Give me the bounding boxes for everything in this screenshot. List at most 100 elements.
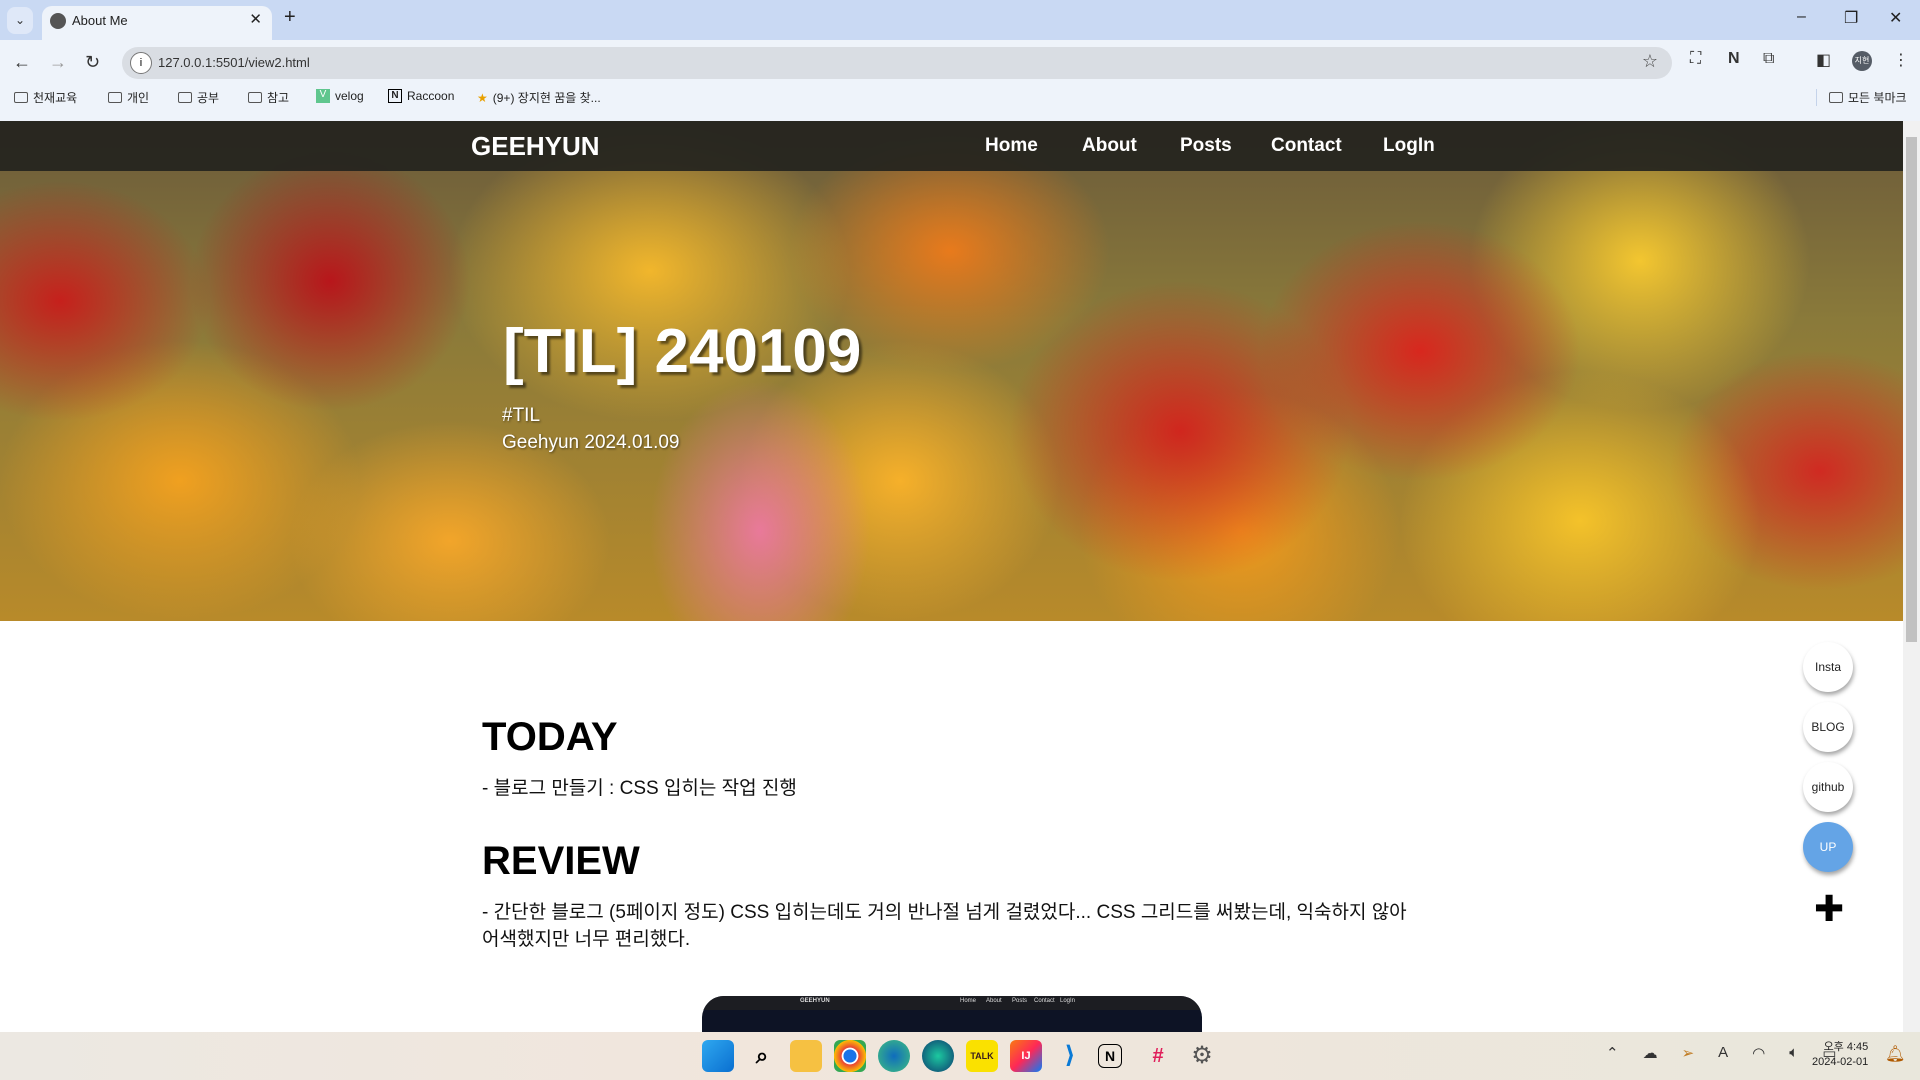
nav-posts[interactable]: Posts <box>1180 135 1232 157</box>
folder-icon <box>178 92 192 103</box>
site-navbar: GEEHYUN Home About Posts Contact LogIn <box>0 121 1903 171</box>
back-button[interactable]: ← <box>13 52 31 73</box>
nav-home[interactable]: Home <box>985 135 1038 157</box>
chevron-up-icon[interactable]: ⌃ <box>1606 1044 1619 1062</box>
url-text[interactable]: 127.0.0.1:5501/view2.html <box>158 55 310 70</box>
chrome-icon[interactable] <box>834 1040 866 1072</box>
web-page: [TIL] 240109 #TIL Geehyun 2024.01.09 GEE… <box>0 121 1903 1032</box>
extensions-icon[interactable]: ⧉ <box>1763 50 1774 68</box>
tab-strip: ⌄ About Me ✕ + – ❐ ✕ <box>0 0 1920 42</box>
file-explorer-icon[interactable] <box>790 1040 822 1072</box>
bookmark-item[interactable]: 개인 <box>108 89 149 106</box>
start-icon[interactable] <box>702 1040 734 1072</box>
folder-icon <box>14 92 28 103</box>
folder-icon <box>108 92 122 103</box>
restore-button[interactable]: ❐ <box>1844 8 1858 28</box>
bookmark-label: Raccoon <box>407 89 455 103</box>
scroll-up-button[interactable]: UP <box>1803 822 1853 872</box>
slack-icon[interactable]: # <box>1142 1040 1174 1072</box>
intellij-icon[interactable]: IJ <box>1010 1040 1042 1072</box>
site-info-icon[interactable]: i <box>130 52 152 74</box>
input-method-icon[interactable]: A <box>1718 1044 1728 1062</box>
bookmark-star-icon[interactable]: ☆ <box>1642 51 1658 72</box>
tab-about-me[interactable]: About Me ✕ <box>42 6 272 42</box>
bookmark-label: 천재교육 <box>33 91 78 105</box>
close-tab-icon[interactable]: ✕ <box>249 10 262 28</box>
bookmark-item[interactable]: 천재교육 <box>14 89 77 106</box>
review-text-line: 어색했지만 너무 편리했다. <box>482 929 691 950</box>
nav-contact[interactable]: Contact <box>1271 135 1342 157</box>
preview-logo: GEEHYUN <box>800 998 830 1004</box>
browser-toolbar: ← → ↻ i 127.0.0.1:5501/view2.html ☆ ⛶ N … <box>0 40 1920 121</box>
menu-kebab-icon[interactable]: ⋮ <box>1893 50 1909 70</box>
edge-icon[interactable] <box>878 1040 910 1072</box>
preview-navbar: GEEHYUN Home About Posts Contact LogIn <box>702 996 1202 1010</box>
bookmark-label: (9+) 장지현 꿈을 찾... <box>492 91 601 105</box>
side-panel-icon[interactable]: ◧ <box>1816 50 1831 70</box>
profile-avatar[interactable]: 지현 <box>1852 51 1872 71</box>
location-icon[interactable]: ➢ <box>1682 1044 1695 1062</box>
hero-tulip-image: [TIL] 240109 #TIL Geehyun 2024.01.09 <box>0 121 1903 621</box>
settings-icon[interactable]: ⚙ <box>1186 1040 1218 1072</box>
post-meta: Geehyun 2024.01.09 <box>502 432 680 453</box>
globe-icon <box>50 13 66 29</box>
windows-taskbar: ⌕ TALK IJ ⟩ N # ⚙ ⌃ ☁ ➢ A ◠ 🔈︎ ▭ 오후 4:45… <box>0 1032 1920 1080</box>
post-tag[interactable]: #TIL <box>502 405 540 427</box>
reload-button[interactable]: ↻ <box>85 52 100 73</box>
system-tray: ⌃ ☁ ➢ A ◠ 🔈︎ ▭ <box>1606 1044 1836 1062</box>
all-bookmarks[interactable]: 모든 북마크 <box>1816 89 1907 106</box>
close-window-button[interactable]: ✕ <box>1889 8 1902 28</box>
tab-search-button[interactable]: ⌄ <box>7 7 33 34</box>
scrollbar-thumb[interactable] <box>1906 137 1917 642</box>
screenshot-icon[interactable]: ⛶ <box>1690 50 1701 68</box>
bookmark-label: 공부 <box>197 91 220 105</box>
preview-nav-item: Home <box>960 998 977 1004</box>
onedrive-icon[interactable]: ☁ <box>1643 1044 1658 1062</box>
wifi-icon[interactable]: ◠ <box>1752 1044 1765 1062</box>
notion-extension-icon[interactable]: N <box>1728 50 1740 68</box>
preview-nav-item: Contact <box>1034 998 1055 1004</box>
nav-login[interactable]: LogIn <box>1383 135 1435 157</box>
review-text-line: - 간단한 블로그 (5페이지 정도) CSS 입히는데도 거의 반나절 넘게 … <box>482 902 1407 923</box>
bookmark-item[interactable]: N Raccoon <box>388 89 454 103</box>
preview-nav-item: LogIn <box>1060 998 1076 1004</box>
section-heading-review: REVIEW <box>482 839 640 883</box>
vscode-icon[interactable]: ⟩ <box>1054 1040 1086 1072</box>
site-logo[interactable]: GEEHYUN <box>471 131 600 162</box>
new-tab-button[interactable]: + <box>284 6 296 29</box>
clock-time: 오후 4:45 <box>1823 1041 1869 1053</box>
preview-nav-item: Posts <box>1012 998 1028 1004</box>
bookmark-item[interactable]: 참고 <box>248 89 289 106</box>
blog-preview-screenshot: GEEHYUN Home About Posts Contact LogIn <box>702 996 1202 1032</box>
kakaotalk-icon[interactable]: TALK <box>966 1040 998 1072</box>
volume-icon[interactable]: 🔈︎ <box>1789 1044 1798 1062</box>
notification-bell-icon[interactable]: 🔔︎ <box>1885 1044 1905 1064</box>
notion-icon: N <box>388 89 402 103</box>
insta-button[interactable]: Insta <box>1803 642 1853 692</box>
section-heading-today: TODAY <box>482 715 618 759</box>
nav-about[interactable]: About <box>1082 135 1137 157</box>
whale-icon[interactable] <box>922 1040 954 1072</box>
today-text: - 블로그 만들기 : CSS 입히는 작업 진행 <box>482 778 797 799</box>
clock-date: 2024-02-01 <box>1812 1056 1869 1068</box>
bookmark-label: 개인 <box>127 91 150 105</box>
bookmark-item[interactable]: Vvelog <box>316 89 364 103</box>
forward-button[interactable]: → <box>49 52 67 73</box>
bookmark-item[interactable]: ★ (9+) 장지현 꿈을 찾... <box>477 89 601 106</box>
plus-icon[interactable]: ✚ <box>1814 891 1844 927</box>
bookmark-label: 참고 <box>267 91 290 105</box>
clock[interactable]: 오후 4:45 2024-02-01 <box>1812 1040 1868 1070</box>
tab-title: About Me <box>72 13 128 28</box>
bookmark-item[interactable]: 공부 <box>178 89 219 106</box>
blog-button[interactable]: BLOG <box>1803 702 1853 752</box>
velog-icon: V <box>316 89 330 103</box>
star-favicon-icon: ★ <box>477 90 488 105</box>
folder-icon <box>248 92 262 103</box>
preview-nav-item: About <box>986 998 1002 1004</box>
search-icon[interactable]: ⌕ <box>746 1040 778 1072</box>
github-button[interactable]: github <box>1803 762 1853 812</box>
address-bar[interactable]: i 127.0.0.1:5501/view2.html ☆ <box>122 47 1672 79</box>
post-title: [TIL] 240109 <box>503 317 862 386</box>
minimize-button[interactable]: – <box>1797 8 1806 26</box>
notion-icon[interactable]: N <box>1098 1044 1122 1068</box>
